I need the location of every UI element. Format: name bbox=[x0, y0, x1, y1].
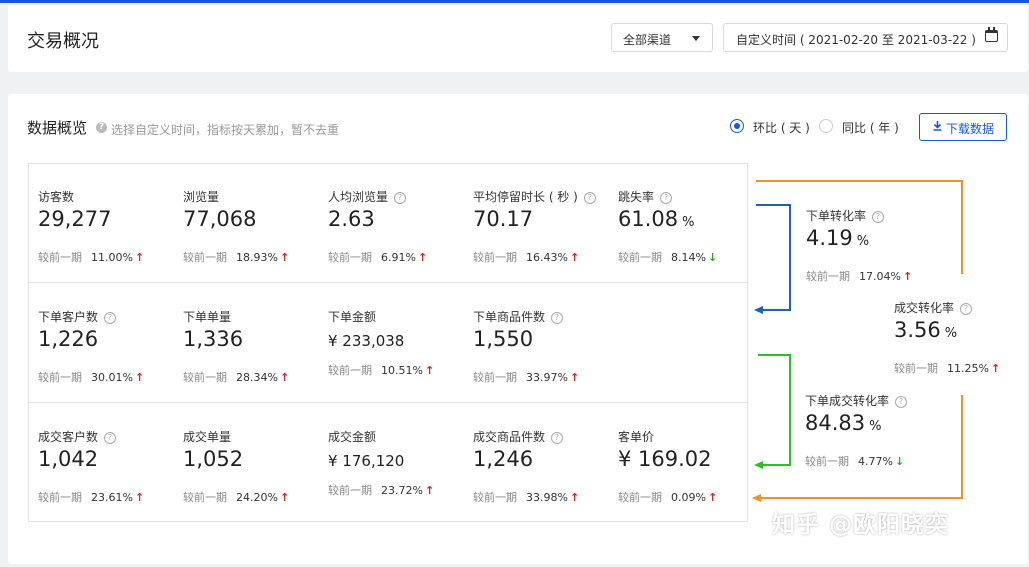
green-connector bbox=[758, 354, 791, 466]
blue-arrow-head bbox=[754, 306, 763, 314]
blue-connector bbox=[756, 204, 791, 311]
green-arrow-head bbox=[754, 461, 763, 469]
orange-connector bbox=[756, 180, 963, 499]
watermark: 知乎 @欧阳晓奕 bbox=[772, 512, 950, 538]
orange-arrow-head bbox=[752, 494, 761, 502]
funnel-connectors bbox=[752, 180, 963, 502]
